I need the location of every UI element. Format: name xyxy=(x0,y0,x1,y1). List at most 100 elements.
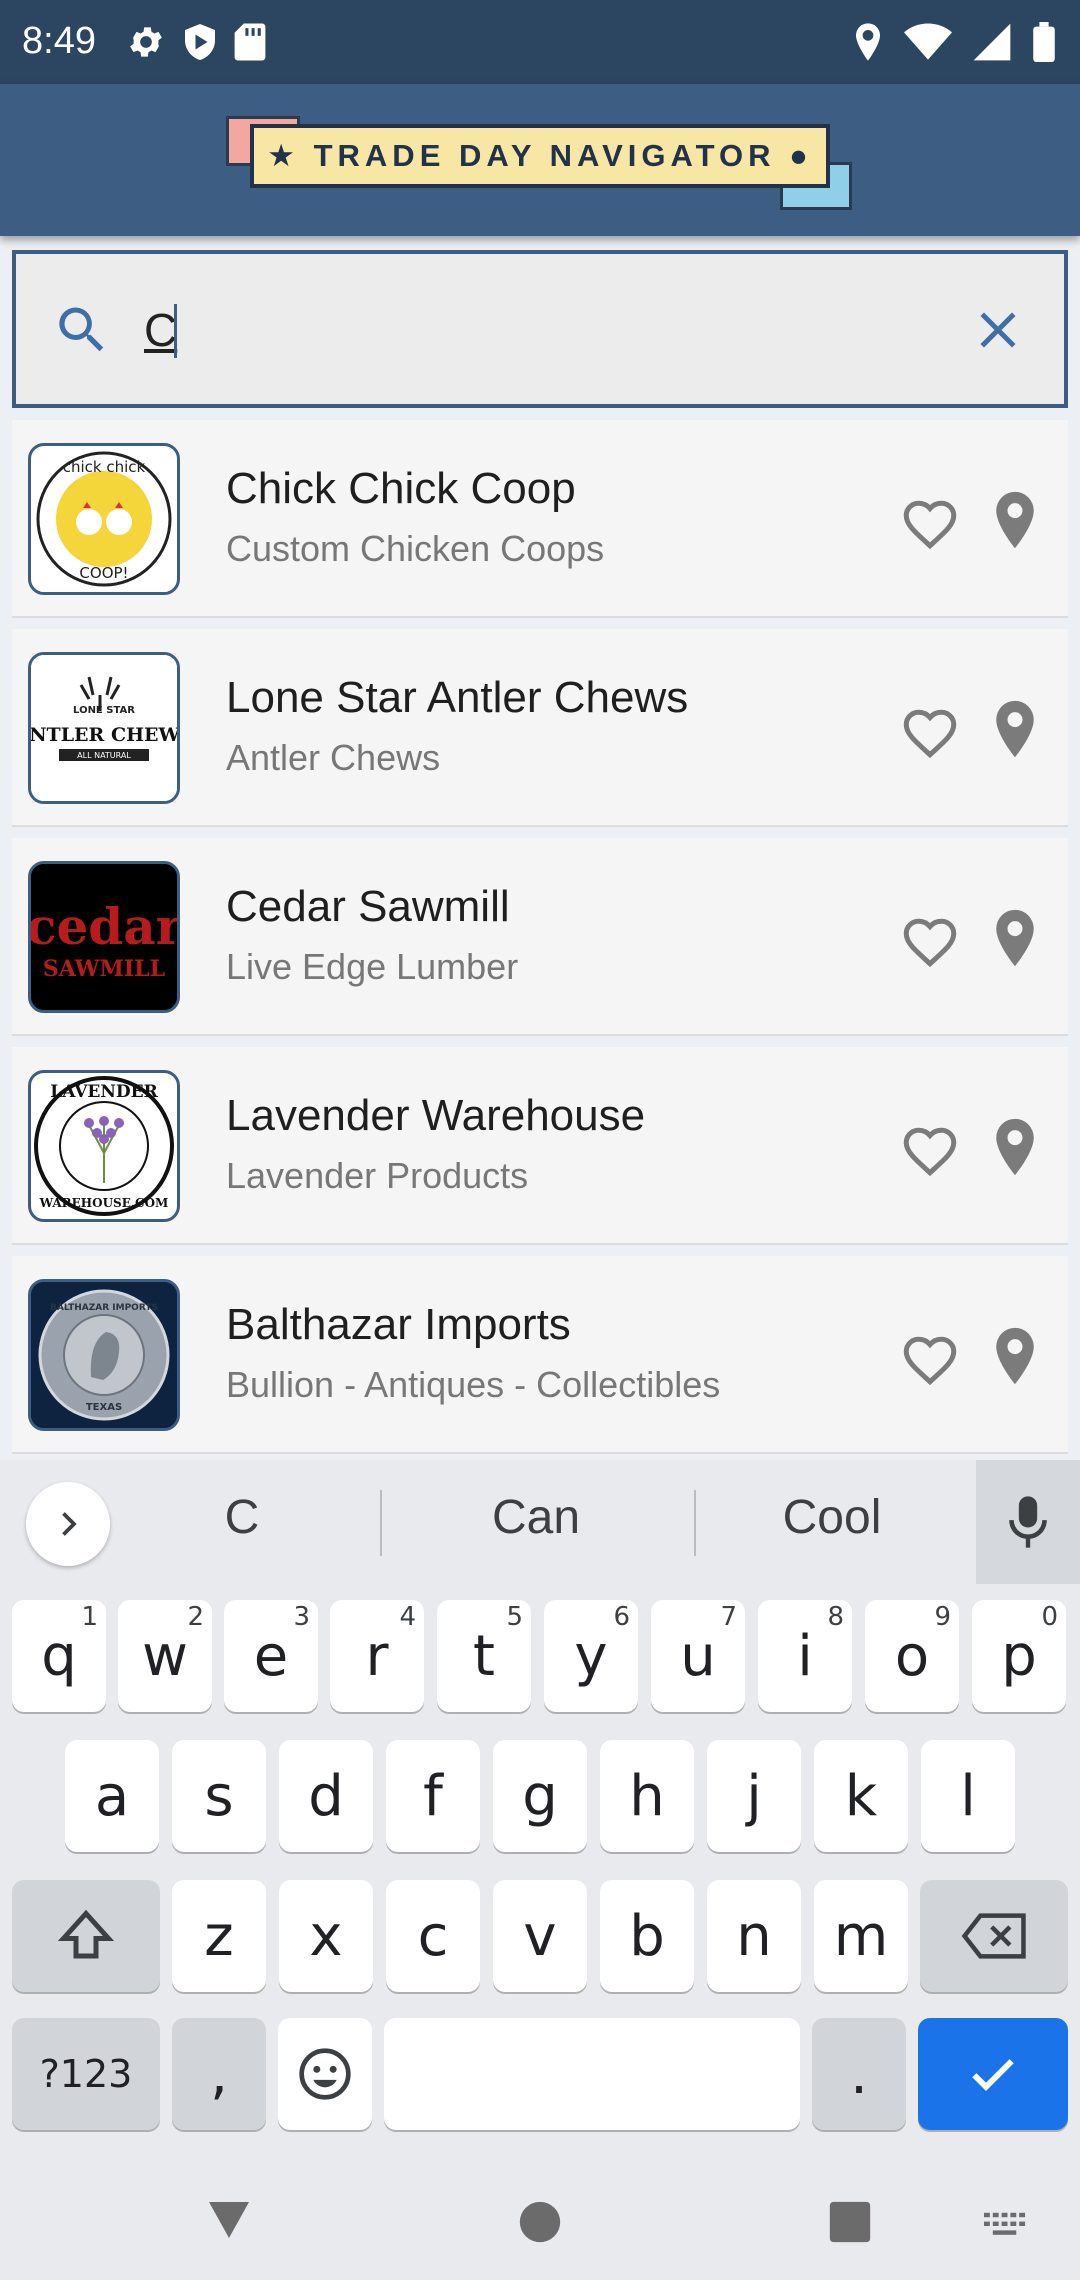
key-p[interactable]: p0 xyxy=(972,1600,1066,1712)
key-e[interactable]: e3 xyxy=(224,1600,318,1712)
comma-key[interactable]: , xyxy=(172,2018,266,2130)
key-q[interactable]: q1 xyxy=(12,1600,106,1712)
wifi-icon xyxy=(904,23,952,60)
suggestion-divider xyxy=(380,1490,382,1556)
list-item[interactable]: cedar SAWMILL Cedar Sawmill Live Edge Lu… xyxy=(12,838,1068,1036)
key-b[interactable]: b xyxy=(600,1880,694,1992)
system-nav-bar xyxy=(0,2154,1080,2280)
key-a[interactable]: a xyxy=(65,1740,159,1852)
backspace-icon xyxy=(961,1913,1026,1959)
heart-icon[interactable] xyxy=(900,494,960,550)
key-d[interactable]: d xyxy=(279,1740,373,1852)
vendor-category: Custom Chicken Coops xyxy=(226,528,605,569)
recents-icon[interactable] xyxy=(828,2200,872,2244)
vendor-name: Lone Star Antler Chews xyxy=(226,673,689,722)
key-w[interactable]: w2 xyxy=(118,1600,212,1712)
vendor-logo-lone-star-antler-chews: LONE STAR ANTLER CHEWS ALL NATURAL xyxy=(28,652,180,804)
vendor-name: Lavender Warehouse xyxy=(226,1091,646,1140)
key-h[interactable]: h xyxy=(600,1740,694,1852)
back-icon[interactable] xyxy=(204,2198,254,2242)
text-caret xyxy=(174,304,177,358)
vendor-logo-balthazar-imports: BALTHAZAR IMPORTS TEXAS xyxy=(28,1279,180,1431)
enter-key[interactable] xyxy=(918,2018,1068,2130)
key-y[interactable]: y6 xyxy=(544,1600,638,1712)
vendor-category: Live Edge Lumber xyxy=(226,946,519,987)
svg-text:cedar: cedar xyxy=(31,897,177,956)
backspace-key[interactable] xyxy=(920,1880,1068,1992)
signal-icon xyxy=(973,23,1011,61)
suggestion-divider xyxy=(694,1490,696,1556)
vendor-category: Antler Chews xyxy=(226,737,441,778)
soft-keyboard[interactable]: C Can Cool q1 w2 e3 r4 t5 y6 u7 i8 o9 p0… xyxy=(0,1460,1080,2154)
vendor-name: Chick Chick Coop xyxy=(226,464,576,513)
status-time: 8:49 xyxy=(22,20,96,62)
key-c[interactable]: c xyxy=(386,1880,480,1992)
map-pin-icon[interactable] xyxy=(992,1326,1038,1386)
heart-icon[interactable] xyxy=(900,1330,960,1386)
heart-icon[interactable] xyxy=(900,1121,960,1177)
key-z[interactable]: z xyxy=(172,1880,266,1992)
key-g[interactable]: g xyxy=(493,1740,587,1852)
sd-card-icon xyxy=(234,23,266,61)
voice-input-button[interactable] xyxy=(976,1460,1080,1584)
vendor-name: Balthazar Imports xyxy=(226,1300,571,1349)
key-i[interactable]: i8 xyxy=(758,1600,852,1712)
key-r[interactable]: r4 xyxy=(330,1600,424,1712)
chevron-right-icon xyxy=(62,1512,77,1536)
keyboard-switch-icon[interactable] xyxy=(984,2212,1028,2240)
vendor-logo-lavender-warehouse: LAVENDER WAREHOUSE.COM xyxy=(28,1070,180,1222)
key-v[interactable]: v xyxy=(493,1880,587,1992)
search-box[interactable] xyxy=(12,250,1068,408)
search-icon xyxy=(59,307,104,352)
space-key[interactable] xyxy=(384,2018,800,2130)
map-pin-icon[interactable] xyxy=(992,699,1038,759)
home-icon[interactable] xyxy=(518,2200,562,2244)
key-s[interactable]: s xyxy=(172,1740,266,1852)
microphone-icon xyxy=(1009,1496,1047,1548)
vendor-logo-chick-chick-coop: chick chick COOP! xyxy=(28,443,180,595)
key-o[interactable]: o9 xyxy=(865,1600,959,1712)
emoji-key[interactable] xyxy=(278,2018,372,2130)
key-f[interactable]: f xyxy=(386,1740,480,1852)
emoji-icon xyxy=(299,2048,351,2100)
checkmark-icon xyxy=(972,2059,1014,2091)
search-input[interactable] xyxy=(144,290,944,370)
key-l[interactable]: l xyxy=(921,1740,1015,1852)
shift-key[interactable] xyxy=(12,1880,160,1992)
shift-icon xyxy=(57,1909,115,1959)
key-j[interactable]: j xyxy=(707,1740,801,1852)
key-t[interactable]: t5 xyxy=(437,1600,531,1712)
vendor-category: Bullion - Antiques - Collectibles xyxy=(226,1364,721,1405)
close-icon[interactable] xyxy=(968,300,1028,360)
key-n[interactable]: n xyxy=(707,1880,801,1992)
vendor-name: Cedar Sawmill xyxy=(226,882,510,931)
suggestion-bar: C Can Cool xyxy=(0,1460,1080,1584)
map-pin-icon[interactable] xyxy=(992,908,1038,968)
vendor-logo-cedar-sawmill: cedar SAWMILL xyxy=(28,861,180,1013)
map-pin-icon[interactable] xyxy=(992,490,1038,550)
expand-suggestions-button[interactable] xyxy=(26,1482,110,1566)
suggestion-item[interactable]: Cool xyxy=(712,1490,952,1545)
heart-icon[interactable] xyxy=(900,703,960,759)
shield-play-icon xyxy=(185,24,215,60)
app-logo: ★ TRADE DAY NAVIGATOR ● xyxy=(226,114,854,212)
list-item[interactable]: BALTHAZAR IMPORTS TEXAS Balthazar Import… xyxy=(12,1256,1068,1454)
list-item[interactable]: chick chick COOP! Chick Chick Coop Custo… xyxy=(12,420,1068,618)
key-x[interactable]: x xyxy=(279,1880,373,1992)
location-icon xyxy=(856,23,880,61)
svg-text:BALTHAZAR IMPORTS: BALTHAZAR IMPORTS xyxy=(50,1303,158,1313)
map-pin-icon[interactable] xyxy=(992,1117,1038,1177)
symbols-key[interactable]: ?123 xyxy=(12,2018,160,2130)
list-item[interactable]: LAVENDER WAREHOUSE.COM Lavender Warehous… xyxy=(12,1047,1068,1245)
vendor-list[interactable]: chick chick COOP! Chick Chick Coop Custo… xyxy=(12,420,1068,1456)
list-item[interactable]: LONE STAR ANTLER CHEWS ALL NATURAL Lone … xyxy=(12,629,1068,827)
svg-text:ANTLER CHEWS: ANTLER CHEWS xyxy=(31,724,177,746)
key-m[interactable]: m xyxy=(814,1880,908,1992)
suggestion-item[interactable]: Can xyxy=(416,1490,656,1545)
period-key[interactable]: . xyxy=(812,2018,906,2130)
key-k[interactable]: k xyxy=(814,1740,908,1852)
heart-icon[interactable] xyxy=(900,912,960,968)
logo-text: ★ TRADE DAY NAVIGATOR ● xyxy=(250,124,830,188)
suggestion-item[interactable]: C xyxy=(122,1490,362,1545)
key-u[interactable]: u7 xyxy=(651,1600,745,1712)
